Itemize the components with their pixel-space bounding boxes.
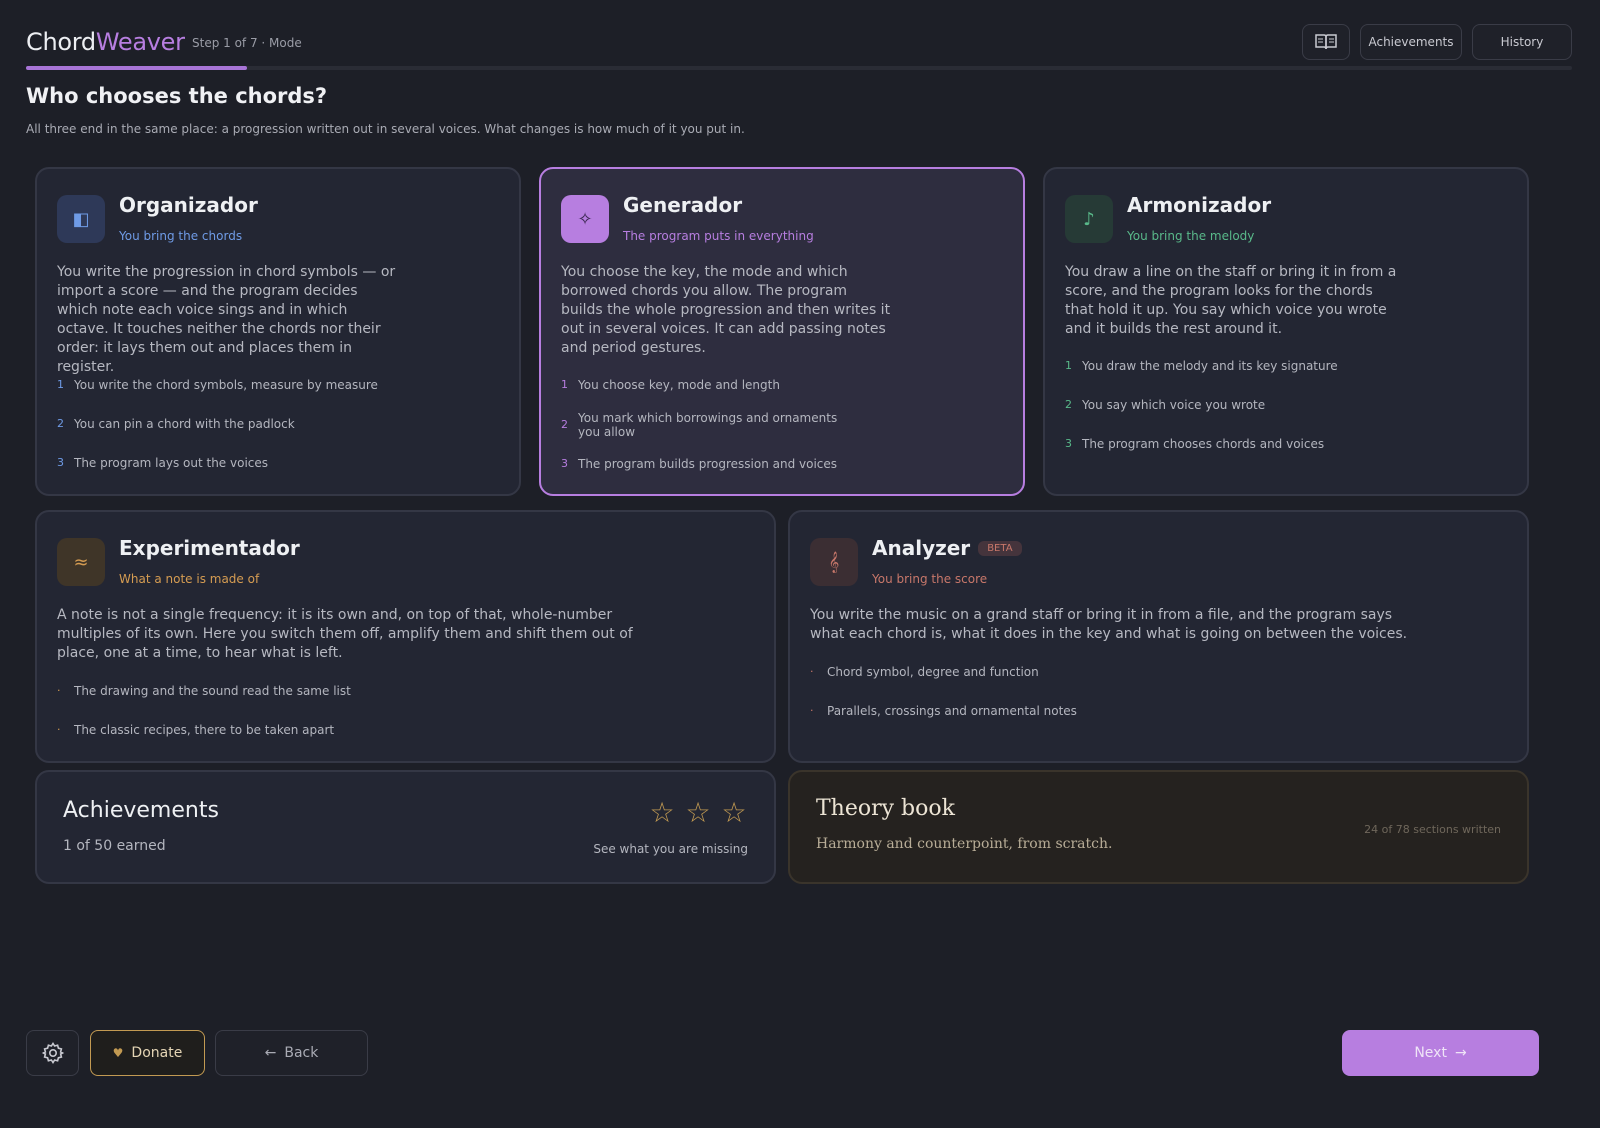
music-note-icon: ♪ — [1065, 195, 1113, 243]
card-title: Generador — [623, 193, 743, 217]
achievements-button[interactable]: Achievements — [1360, 24, 1462, 60]
card-title: Analyzer BETA — [872, 536, 1022, 560]
beta-badge: BETA — [978, 541, 1022, 556]
card-tagline: You bring the melody — [1127, 229, 1255, 243]
card-description: A note is not a single frequency: it is … — [57, 607, 633, 661]
wave-icon: ≈ — [57, 538, 105, 586]
header-actions: Achievements History — [1302, 24, 1572, 60]
list-item: 3 The program builds progression and voic… — [561, 457, 838, 471]
mode-card-armonizador[interactable]: ♪ Armonizador You bring the melody You d… — [1043, 167, 1529, 496]
step-progress-bar — [26, 66, 1572, 70]
list-item: 2 You can pin a chord with the padlock — [57, 417, 295, 431]
card-description: You write the progression in chord symbo… — [57, 264, 396, 375]
card-title: Organizador — [119, 193, 258, 217]
theory-book-title: Theory book — [816, 796, 955, 821]
achievements-title: Achievements — [63, 798, 219, 823]
list-item: 3 The program lays out the voices — [57, 456, 269, 470]
card-description: You choose the key, the mode and which b… — [561, 264, 891, 356]
card-tagline: You bring the chords — [119, 229, 243, 243]
list-item: 1 You write the chord symbols, measure by… — [57, 378, 378, 392]
mode-card-organizador[interactable]: ◧ Organizador You bring the chords You w… — [35, 167, 521, 496]
list-item: 2 You mark which borrowings and ornaments… — [561, 411, 838, 439]
star-outline-icon: ☆ — [721, 796, 747, 829]
card-title: Armonizador — [1127, 193, 1272, 217]
page-subtitle: All three end in the same place: a progr… — [26, 122, 745, 136]
list-item: · The classic recipes, there to be taken … — [57, 723, 335, 737]
step-progress-fill — [26, 66, 248, 70]
brand-part-2: Weaver — [95, 28, 185, 56]
bullet-list: · Chord symbol, degree and function · Para… — [810, 665, 1077, 718]
star-outline-icon: ☆ — [685, 796, 711, 829]
theory-book-subtitle: Harmony and counterpoint, from scratch. — [816, 836, 1113, 852]
settings-button[interactable] — [26, 1030, 79, 1076]
step-indicator: Step 1 of 7 · Mode — [192, 36, 302, 50]
mode-card-generador[interactable]: ✧ Generador The program puts in everythi… — [539, 167, 1025, 496]
list-item: 1 You choose key, mode and length — [561, 378, 780, 392]
star-outline-icon: ☆ — [649, 796, 675, 829]
steps-list: 1 You draw the melody and its key signatu… — [1065, 359, 1338, 451]
steps-list: 1 You write the chord symbols, measure by… — [57, 378, 378, 470]
app-logo: ChordWeaver — [26, 28, 185, 56]
see-missing-link[interactable]: See what you are missing — [593, 842, 748, 856]
list-item: 1 You draw the melody and its key signatu… — [1065, 359, 1338, 373]
mode-card-analyzer[interactable]: 𝄞 Analyzer BETA You bring the score You w… — [788, 510, 1529, 763]
achievements-count: 1 of 50 earned — [63, 838, 166, 854]
heart-icon: ♥ — [112, 1046, 124, 1060]
history-button[interactable]: History — [1472, 24, 1572, 60]
donate-button[interactable]: ♥ Donate — [90, 1030, 205, 1076]
next-button[interactable]: Next → — [1342, 1030, 1539, 1076]
arrow-right-icon: → — [1454, 1045, 1467, 1061]
back-button[interactable]: ← Back — [215, 1030, 368, 1076]
page-title: Who chooses the chords? — [26, 84, 328, 108]
theory-book-progress: 24 of 78 sections written — [1364, 823, 1501, 836]
bullet-list: · The drawing and the sound read the same… — [57, 684, 351, 737]
theory-book-card[interactable]: Theory book Harmony and counterpoint, fr… — [788, 770, 1529, 884]
card-description: You write the music on a grand staff or … — [810, 607, 1408, 642]
list-item: · Chord symbol, degree and function — [810, 665, 1039, 679]
app-root: ChordWeaver Step 1 of 7 · Mode Achieveme… — [0, 0, 1600, 1128]
card-tagline: What a note is made of — [119, 572, 260, 586]
brand-part-1: Chord — [26, 28, 96, 56]
card-description: You draw a line on the staff or bring it… — [1065, 264, 1397, 337]
treble-clef-icon: 𝄞 — [810, 538, 858, 586]
top-bar: ChordWeaver Step 1 of 7 · Mode Achieveme… — [26, 24, 1572, 70]
mode-card-experimentador[interactable]: ≈ Experimentador What a note is made of … — [35, 510, 776, 763]
arrow-left-icon: ← — [264, 1045, 277, 1061]
book-icon — [1315, 34, 1337, 50]
list-item: 3 The program chooses chords and voices — [1065, 437, 1325, 451]
achievements-card[interactable]: Achievements 1 of 50 earned ☆ ☆ ☆ See wh… — [35, 770, 776, 884]
list-item: · Parallels, crossings and ornamental not… — [810, 704, 1077, 718]
panel-icon: ◧ — [57, 195, 105, 243]
steps-list: 1 You choose key, mode and length 2 You ma… — [561, 378, 861, 471]
achievement-stars: ☆ ☆ ☆ — [648, 796, 748, 829]
theory-book-button[interactable] — [1302, 24, 1350, 60]
sparkle-icon: ✧ — [561, 195, 609, 243]
list-item: 2 You say which voice you wrote — [1065, 398, 1266, 412]
list-item: · The drawing and the sound read the same… — [57, 684, 351, 698]
card-tagline: The program puts in everything — [623, 229, 814, 243]
card-title: Experimentador — [119, 536, 300, 560]
gear-icon — [41, 1042, 64, 1064]
card-tagline: You bring the score — [872, 572, 988, 586]
